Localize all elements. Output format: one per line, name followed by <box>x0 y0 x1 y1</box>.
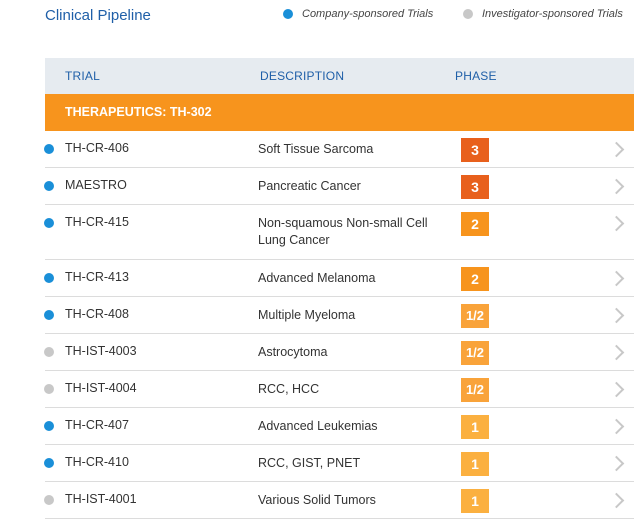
phase-badge: 1/2 <box>461 341 489 365</box>
table-row[interactable]: TH-CR-408 Multiple Myeloma 1/2 <box>44 297 634 334</box>
investigator-dot-icon <box>44 347 54 357</box>
trial-description: Astrocytoma <box>258 345 328 359</box>
column-header-description: DESCRIPTION <box>260 69 345 83</box>
chevron-right-icon[interactable] <box>608 270 625 287</box>
phase-badge: 1 <box>461 452 489 476</box>
investigator-dot-icon <box>44 495 54 505</box>
table-row[interactable]: TH-IST-4001 Various Solid Tumors 1 <box>44 482 634 519</box>
chevron-right-icon[interactable] <box>608 178 625 195</box>
company-dot-icon <box>44 310 54 320</box>
column-header-phase: PHASE <box>455 69 497 83</box>
trial-description: Pancreatic Cancer <box>258 179 361 193</box>
chevron-right-icon[interactable] <box>608 344 625 361</box>
trial-name: MAESTRO <box>65 178 127 192</box>
company-dot-icon <box>44 458 54 468</box>
trial-name: TH-CR-415 <box>65 215 129 229</box>
trial-description: Advanced Leukemias <box>258 419 378 433</box>
phase-badge: 1/2 <box>461 304 489 328</box>
phase-badge: 1 <box>461 489 489 513</box>
trial-name: TH-CR-410 <box>65 455 129 469</box>
table-row[interactable]: TH-CR-406 Soft Tissue Sarcoma 3 <box>44 131 634 168</box>
trial-name: TH-CR-407 <box>65 418 129 432</box>
group-label: THERAPEUTICS: TH-302 <box>65 105 212 119</box>
phase-badge: 3 <box>461 138 489 162</box>
company-dot-icon <box>44 144 54 154</box>
company-dot-icon <box>44 273 54 283</box>
trial-description: Multiple Myeloma <box>258 308 356 322</box>
chevron-right-icon[interactable] <box>608 455 625 472</box>
chevron-right-icon[interactable] <box>608 215 625 232</box>
trial-description: RCC, GIST, PNET <box>258 456 361 470</box>
phase-badge: 1/2 <box>461 378 489 402</box>
table-row[interactable]: MAESTRO Pancreatic Cancer 3 <box>44 168 634 205</box>
investigator-dot-icon <box>44 384 54 394</box>
company-dot-icon <box>44 218 54 228</box>
trial-name: TH-IST-4001 <box>65 492 137 506</box>
legend-investigator: Investigator-sponsored Trials <box>463 8 623 20</box>
chevron-right-icon[interactable] <box>608 141 625 158</box>
company-dot-icon <box>44 421 54 431</box>
trial-name: TH-CR-406 <box>65 141 129 155</box>
chevron-right-icon[interactable] <box>608 381 625 398</box>
phase-badge: 1 <box>461 415 489 439</box>
table-header: TRIAL DESCRIPTION PHASE <box>45 58 634 94</box>
investigator-dot-icon <box>463 9 473 19</box>
column-header-trial: TRIAL <box>65 69 101 83</box>
trial-name: TH-IST-4004 <box>65 381 137 395</box>
table-row[interactable]: TH-IST-4003 Astrocytoma 1/2 <box>44 334 634 371</box>
company-dot-icon <box>283 9 293 19</box>
legend-company-label: Company-sponsored Trials <box>302 8 434 20</box>
trial-name: TH-IST-4003 <box>65 344 137 358</box>
trial-description: Soft Tissue Sarcoma <box>258 142 374 156</box>
trial-description: Advanced Melanoma <box>258 271 376 285</box>
trial-name: TH-CR-413 <box>65 270 129 284</box>
legend-company: Company-sponsored Trials <box>283 8 433 20</box>
table-row[interactable]: TH-CR-410 RCC, GIST, PNET 1 <box>44 445 634 482</box>
table-row[interactable]: TH-IST-4004 RCC, HCC 1/2 <box>44 371 634 408</box>
table-row[interactable]: TH-CR-415 Non-squamous Non-small Cell Lun… <box>44 205 634 260</box>
phase-badge: 3 <box>461 175 489 199</box>
trial-name: TH-CR-408 <box>65 307 129 321</box>
page-title: Clinical Pipeline <box>45 7 151 24</box>
trial-list: TH-CR-406 Soft Tissue Sarcoma 3 MAESTRO Panc… <box>44 131 634 519</box>
trial-description: Non-squamous Non-small Cell Lung Cancer <box>258 216 428 247</box>
company-dot-icon <box>44 181 54 191</box>
legend-investigator-label: Investigator-sponsored Trials <box>482 8 623 20</box>
clinical-pipeline-page: Clinical Pipeline Company-sponsored Tria… <box>0 0 634 525</box>
table-row[interactable]: TH-CR-407 Advanced Leukemias 1 <box>44 408 634 445</box>
trial-description: Various Solid Tumors <box>258 493 376 507</box>
chevron-right-icon[interactable] <box>608 418 625 435</box>
chevron-right-icon[interactable] <box>608 492 625 509</box>
table-row[interactable]: TH-CR-413 Advanced Melanoma 2 <box>44 260 634 297</box>
phase-badge: 2 <box>461 212 489 236</box>
chevron-right-icon[interactable] <box>608 307 625 324</box>
phase-badge: 2 <box>461 267 489 291</box>
group-header-therapeutics: THERAPEUTICS: TH-302 <box>45 94 634 131</box>
trial-description: RCC, HCC <box>258 382 320 396</box>
